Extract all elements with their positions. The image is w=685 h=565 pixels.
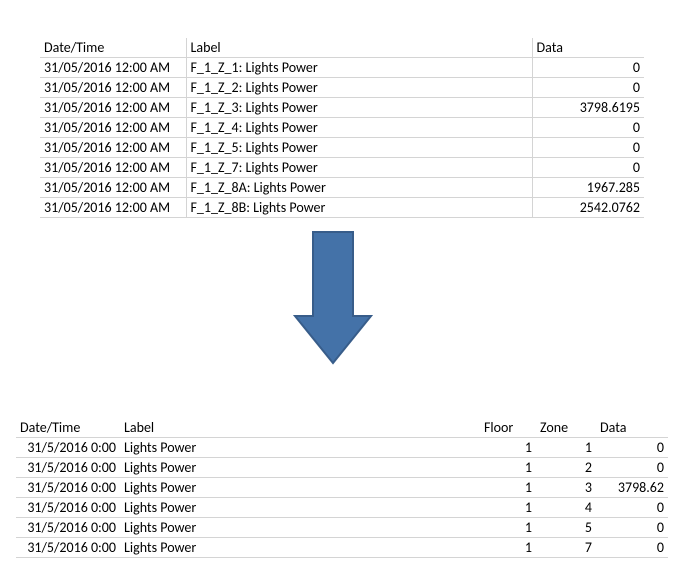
- cell-data: 0: [532, 118, 644, 138]
- table-row: 31/5/2016 0:00 Lights Power 1 2 0: [16, 458, 668, 478]
- table-row: 31/5/2016 0:00 Lights Power 1 3 3798.62: [16, 478, 668, 498]
- cell-floor: 1: [480, 518, 536, 538]
- cell-label: Lights Power: [120, 498, 480, 518]
- cell-label: Lights Power: [120, 478, 480, 498]
- cell-datetime: 31/05/2016 12:00 AM: [40, 98, 186, 118]
- table-row: 31/05/2016 12:00 AM F_1_Z_1: Lights Powe…: [40, 58, 644, 78]
- cell-datetime: 31/5/2016 0:00: [16, 518, 120, 538]
- cell-datetime: 31/05/2016 12:00 AM: [40, 78, 186, 98]
- cell-datetime: 31/05/2016 12:00 AM: [40, 158, 186, 178]
- col-header-datetime: Date/Time: [16, 418, 120, 438]
- cell-label: Lights Power: [120, 458, 480, 478]
- cell-datetime: 31/5/2016 0:00: [16, 498, 120, 518]
- table-row: 31/05/2016 12:00 AM F_1_Z_8A: Lights Pow…: [40, 178, 644, 198]
- cell-datetime: 31/5/2016 0:00: [16, 538, 120, 558]
- table-row: 31/05/2016 12:00 AM F_1_Z_7: Lights Powe…: [40, 158, 644, 178]
- cell-label: F_1_Z_3: Lights Power: [186, 98, 532, 118]
- table-row: 31/05/2016 12:00 AM F_1_Z_2: Lights Powe…: [40, 78, 644, 98]
- cell-data: 0: [532, 158, 644, 178]
- table-row: 31/5/2016 0:00 Lights Power 1 7 0: [16, 538, 668, 558]
- cell-data: 0: [596, 498, 668, 518]
- cell-zone: 4: [536, 498, 596, 518]
- cell-floor: 1: [480, 498, 536, 518]
- table-row: 31/5/2016 0:00 Lights Power 1 4 0: [16, 498, 668, 518]
- cell-datetime: 31/05/2016 12:00 AM: [40, 138, 186, 158]
- cell-zone: 3: [536, 478, 596, 498]
- col-header-floor: Floor: [480, 418, 536, 438]
- result-table: Date/Time Label Floor Zone Data 31/5/201…: [16, 418, 668, 558]
- cell-floor: 1: [480, 538, 536, 558]
- col-header-zone: Zone: [536, 418, 596, 438]
- col-header-label: Label: [120, 418, 480, 438]
- cell-data: 0: [532, 138, 644, 158]
- down-arrow-icon: [293, 230, 373, 365]
- cell-data: 0: [532, 58, 644, 78]
- cell-data: 0: [596, 518, 668, 538]
- cell-datetime: 31/5/2016 0:00: [16, 458, 120, 478]
- cell-data: 2542.0762: [532, 198, 644, 218]
- source-table: Date/Time Label Data 31/05/2016 12:00 AM…: [40, 38, 644, 218]
- cell-floor: 1: [480, 478, 536, 498]
- col-header-datetime: Date/Time: [40, 38, 186, 58]
- cell-zone: 7: [536, 538, 596, 558]
- cell-datetime: 31/05/2016 12:00 AM: [40, 118, 186, 138]
- table-header-row: Date/Time Label Floor Zone Data: [16, 418, 668, 438]
- cell-label: F_1_Z_7: Lights Power: [186, 158, 532, 178]
- table-row: 31/05/2016 12:00 AM F_1_Z_3: Lights Powe…: [40, 98, 644, 118]
- col-header-label: Label: [186, 38, 532, 58]
- cell-floor: 1: [480, 438, 536, 458]
- table-row: 31/05/2016 12:00 AM F_1_Z_4: Lights Powe…: [40, 118, 644, 138]
- cell-label: Lights Power: [120, 518, 480, 538]
- cell-datetime: 31/05/2016 12:00 AM: [40, 58, 186, 78]
- cell-data: 0: [596, 438, 668, 458]
- cell-data: 3798.62: [596, 478, 668, 498]
- cell-label: F_1_Z_8A: Lights Power: [186, 178, 532, 198]
- table-row: 31/05/2016 12:00 AM F_1_Z_5: Lights Powe…: [40, 138, 644, 158]
- cell-label: F_1_Z_2: Lights Power: [186, 78, 532, 98]
- cell-label: F_1_Z_1: Lights Power: [186, 58, 532, 78]
- cell-data: 0: [532, 78, 644, 98]
- cell-label: F_1_Z_4: Lights Power: [186, 118, 532, 138]
- table-row: 31/05/2016 12:00 AM F_1_Z_8B: Lights Pow…: [40, 198, 644, 218]
- cell-label: Lights Power: [120, 538, 480, 558]
- cell-zone: 5: [536, 518, 596, 538]
- table-header-row: Date/Time Label Data: [40, 38, 644, 58]
- cell-zone: 2: [536, 458, 596, 478]
- table-row: 31/5/2016 0:00 Lights Power 1 5 0: [16, 518, 668, 538]
- col-header-data: Data: [532, 38, 644, 58]
- arrow-path: [295, 232, 371, 363]
- cell-label: Lights Power: [120, 438, 480, 458]
- cell-data: 3798.6195: [532, 98, 644, 118]
- cell-data: 0: [596, 458, 668, 478]
- cell-floor: 1: [480, 458, 536, 478]
- cell-datetime: 31/05/2016 12:00 AM: [40, 198, 186, 218]
- cell-data: 1967.285: [532, 178, 644, 198]
- cell-label: F_1_Z_5: Lights Power: [186, 138, 532, 158]
- cell-datetime: 31/05/2016 12:00 AM: [40, 178, 186, 198]
- table-row: 31/5/2016 0:00 Lights Power 1 1 0: [16, 438, 668, 458]
- cell-datetime: 31/5/2016 0:00: [16, 478, 120, 498]
- cell-data: 0: [596, 538, 668, 558]
- cell-label: F_1_Z_8B: Lights Power: [186, 198, 532, 218]
- cell-datetime: 31/5/2016 0:00: [16, 438, 120, 458]
- cell-zone: 1: [536, 438, 596, 458]
- col-header-data: Data: [596, 418, 668, 438]
